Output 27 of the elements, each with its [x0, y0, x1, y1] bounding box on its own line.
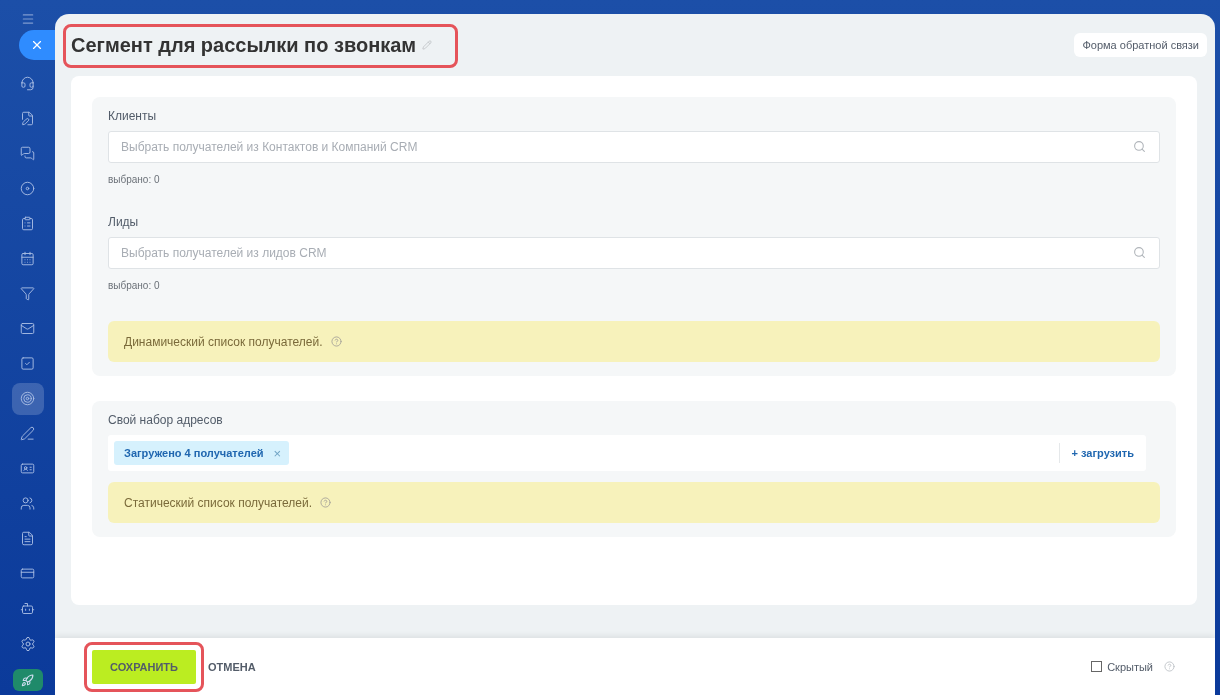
search-icon[interactable]: [1133, 246, 1146, 259]
address-field[interactable]: Загружено 4 получателей × + загрузить: [108, 435, 1146, 471]
close-icon: [30, 38, 44, 52]
tag-text: Загружено 4 получателей: [124, 447, 264, 459]
field-label: Лиды: [108, 215, 140, 229]
save-button[interactable]: СОХРАНИТЬ: [92, 649, 196, 684]
search-icon[interactable]: [1133, 140, 1146, 153]
field-label: Свой набор адресов: [108, 413, 224, 427]
hidden-checkbox[interactable]: [1091, 661, 1103, 672]
field-label: Клиенты: [108, 109, 158, 123]
search-field[interactable]: Выбрать получателей из Контактов и Компаний CRM: [108, 131, 1160, 163]
target-icon[interactable]: [11, 382, 44, 415]
page-title: Сегмент для рассылки по звонкам: [71, 33, 417, 57]
search-field[interactable]: Выбрать получателей из лидов CRM: [108, 237, 1160, 269]
help-icon[interactable]: [320, 497, 332, 508]
notice-text: Динамический список получателей.: [124, 334, 323, 349]
selected-count: выбрано: 0: [108, 280, 161, 291]
feedback-button[interactable]: Форма обратной связи: [1074, 33, 1207, 57]
notice-text: Статический список получателей.: [124, 495, 313, 510]
menu-icon[interactable]: [20, 12, 35, 26]
rocket-icon[interactable]: [12, 669, 43, 691]
checkbox-label: Скрытый: [1107, 660, 1153, 673]
cancel-button[interactable]: ОТМЕНА: [201, 659, 262, 674]
close-button[interactable]: [19, 30, 55, 60]
selected-count: выбрано: 0: [108, 174, 161, 185]
help-icon[interactable]: [330, 336, 342, 347]
upload-link[interactable]: + загрузить: [1058, 443, 1140, 463]
